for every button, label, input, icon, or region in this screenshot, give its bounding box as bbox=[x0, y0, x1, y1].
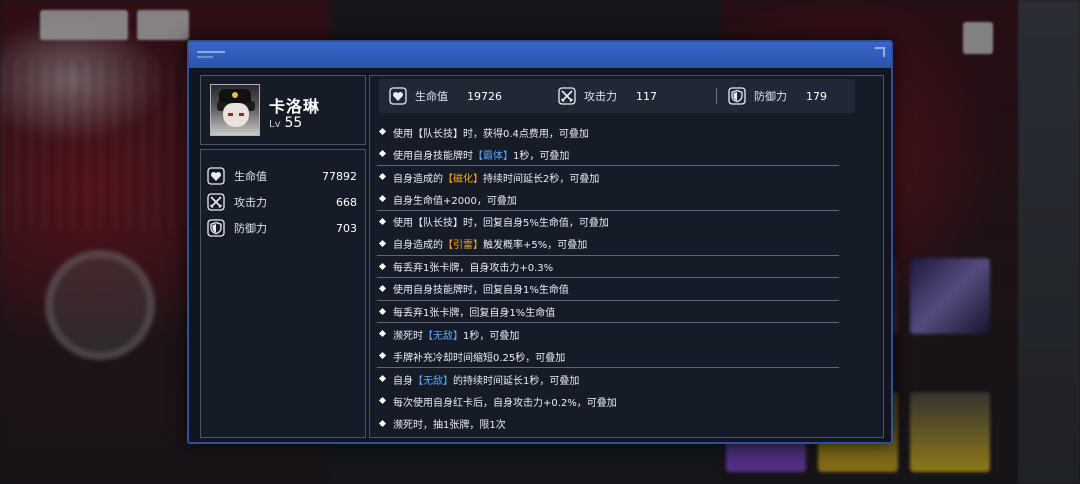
effect-text: 使用自身技能牌时，回复自身1%生命值 bbox=[393, 285, 569, 297]
total-stat-hp: 生命值 77892 bbox=[207, 166, 357, 186]
stat-value: 77892 bbox=[322, 169, 357, 183]
diamond-bullet-icon bbox=[378, 285, 387, 293]
effects-list: 使用【队长技】时，获得0.4点费用，可叠加 使用自身技能牌时 【霸体】 1秒，可叠加自… bbox=[377, 121, 839, 435]
base-stat-hp: 生命值 19726 bbox=[389, 86, 502, 106]
stat-value: 117 bbox=[636, 89, 657, 103]
effect-text: 持续时间延长2秒，可叠加 bbox=[483, 173, 600, 185]
total-stat-atk: 攻击力 668 bbox=[207, 192, 357, 212]
diamond-bullet-icon bbox=[378, 150, 387, 158]
crossed-swords-icon bbox=[558, 87, 576, 105]
effect-row: 自身 【无敌】 的持续时间延长1秒，可叠加 bbox=[377, 368, 839, 390]
stat-value: 668 bbox=[336, 195, 357, 209]
stat-label: 生命值 bbox=[234, 170, 267, 183]
effect-row: 每丢弃1张卡牌，自身攻击力+0.3% bbox=[377, 256, 839, 279]
stat-value: 19726 bbox=[467, 89, 502, 103]
effect-text: 自身生命值+2000，可叠加 bbox=[393, 195, 517, 207]
effect-row: 自身造成的 【磁化】 持续时间延长2秒，可叠加 bbox=[377, 166, 839, 188]
effect-text: 使用【队长技】时，获得0.4点费用，可叠加 bbox=[393, 128, 589, 140]
base-stats-bar: 生命值 19726 攻击力 117 防御力 179 bbox=[379, 79, 855, 113]
effect-row: 使用【队长技】时，回复自身5%生命值，可叠加 bbox=[377, 211, 839, 233]
stat-label: 防御力 bbox=[754, 90, 787, 103]
diamond-bullet-icon bbox=[378, 172, 387, 180]
total-stats-panel: 生命值 77892 攻击力 668 防御力 703 bbox=[200, 149, 366, 438]
stat-label: 攻击力 bbox=[584, 90, 617, 103]
stat-label: 攻击力 bbox=[234, 196, 267, 209]
stat-value: 179 bbox=[806, 89, 827, 103]
effect-row: 自身造成的 【引雷】 触发概率+5%，可叠加 bbox=[377, 233, 839, 256]
effect-keyword: 【磁化】 bbox=[443, 173, 483, 185]
diamond-bullet-icon bbox=[378, 329, 387, 337]
effect-row: 手牌补充冷却时间缩短0.25秒，可叠加 bbox=[377, 345, 839, 368]
diamond-bullet-icon bbox=[378, 397, 387, 405]
diamond-bullet-icon bbox=[378, 307, 387, 315]
diamond-bullet-icon bbox=[378, 195, 387, 203]
character-stats-dialog: 卡洛琳 Lv 55 生命值 77892 攻击力 668 防御力 703 生命值 … bbox=[187, 40, 893, 444]
diamond-bullet-icon bbox=[378, 374, 387, 382]
stat-label: 防御力 bbox=[234, 222, 267, 235]
character-avatar bbox=[210, 84, 260, 136]
level-prefix: Lv bbox=[269, 119, 281, 130]
effect-text: 濒死时，抽1张牌，限1次 bbox=[393, 420, 506, 432]
diamond-bullet-icon bbox=[378, 352, 387, 360]
dialog-header bbox=[189, 42, 891, 68]
diamond-bullet-icon bbox=[378, 240, 387, 248]
effect-row: 自身生命值+2000，可叠加 bbox=[377, 188, 839, 211]
diamond-bullet-icon bbox=[378, 262, 387, 270]
diamond-bullet-icon bbox=[378, 127, 387, 136]
effect-text: 自身造成的 bbox=[393, 240, 443, 252]
base-stat-atk: 攻击力 117 bbox=[558, 86, 657, 106]
effect-row: 濒死时 【无敌】 1秒，可叠加 bbox=[377, 323, 839, 345]
effect-text: 使用【队长技】时，回复自身5%生命值，可叠加 bbox=[393, 218, 609, 230]
effect-text: 每丢弃1张卡牌，回复自身1%生命值 bbox=[393, 307, 556, 319]
shield-icon bbox=[207, 219, 225, 237]
effect-text: 1秒，可叠加 bbox=[463, 330, 520, 342]
effect-text: 的持续时间延长1秒，可叠加 bbox=[453, 375, 580, 387]
divider bbox=[716, 88, 717, 104]
shield-icon bbox=[728, 87, 746, 105]
effect-keyword: 【引雷】 bbox=[443, 240, 483, 252]
effect-text: 触发概率+5%，可叠加 bbox=[483, 240, 588, 252]
effect-row: 濒死时，抽1张牌，限1次 bbox=[377, 413, 839, 435]
effect-text: 手牌补充冷却时间缩短0.25秒，可叠加 bbox=[393, 352, 566, 364]
effect-text: 濒死时 bbox=[393, 330, 423, 342]
effect-text: 自身 bbox=[393, 375, 413, 387]
effect-keyword: 【霸体】 bbox=[473, 150, 513, 162]
level-value: 55 bbox=[284, 115, 303, 131]
effect-row: 每次使用自身红卡后，自身攻击力+0.2%，可叠加 bbox=[377, 390, 839, 412]
effect-text: 每次使用自身红卡后，自身攻击力+0.2%，可叠加 bbox=[393, 397, 617, 409]
effect-text: 使用自身技能牌时 bbox=[393, 150, 473, 162]
stat-label: 生命值 bbox=[415, 90, 448, 103]
effect-row: 每丢弃1张卡牌，回复自身1%生命值 bbox=[377, 301, 839, 323]
heart-icon bbox=[207, 167, 225, 185]
stat-value: 703 bbox=[336, 221, 357, 235]
crossed-swords-icon bbox=[207, 193, 225, 211]
character-level: Lv 55 bbox=[269, 115, 302, 131]
effect-text: 每丢弃1张卡牌，自身攻击力+0.3% bbox=[393, 262, 554, 274]
effect-keyword: 【无敌】 bbox=[423, 330, 463, 342]
effect-keyword: 【无敌】 bbox=[413, 375, 453, 387]
effect-row: 使用自身技能牌时 【霸体】 1秒，可叠加 bbox=[377, 143, 839, 166]
effect-row: 使用自身技能牌时，回复自身1%生命值 bbox=[377, 278, 839, 301]
total-stat-def: 防御力 703 bbox=[207, 218, 357, 238]
effect-text: 1秒，可叠加 bbox=[513, 150, 570, 162]
character-name: 卡洛琳 bbox=[269, 97, 321, 116]
heart-icon bbox=[389, 87, 407, 105]
effect-text: 自身造成的 bbox=[393, 173, 443, 185]
diamond-bullet-icon bbox=[378, 217, 387, 225]
effect-row: 使用【队长技】时，获得0.4点费用，可叠加 bbox=[377, 121, 839, 143]
character-profile-card: 卡洛琳 Lv 55 bbox=[200, 75, 366, 145]
diamond-bullet-icon bbox=[378, 419, 387, 427]
base-stat-def: 防御力 179 bbox=[728, 86, 827, 106]
